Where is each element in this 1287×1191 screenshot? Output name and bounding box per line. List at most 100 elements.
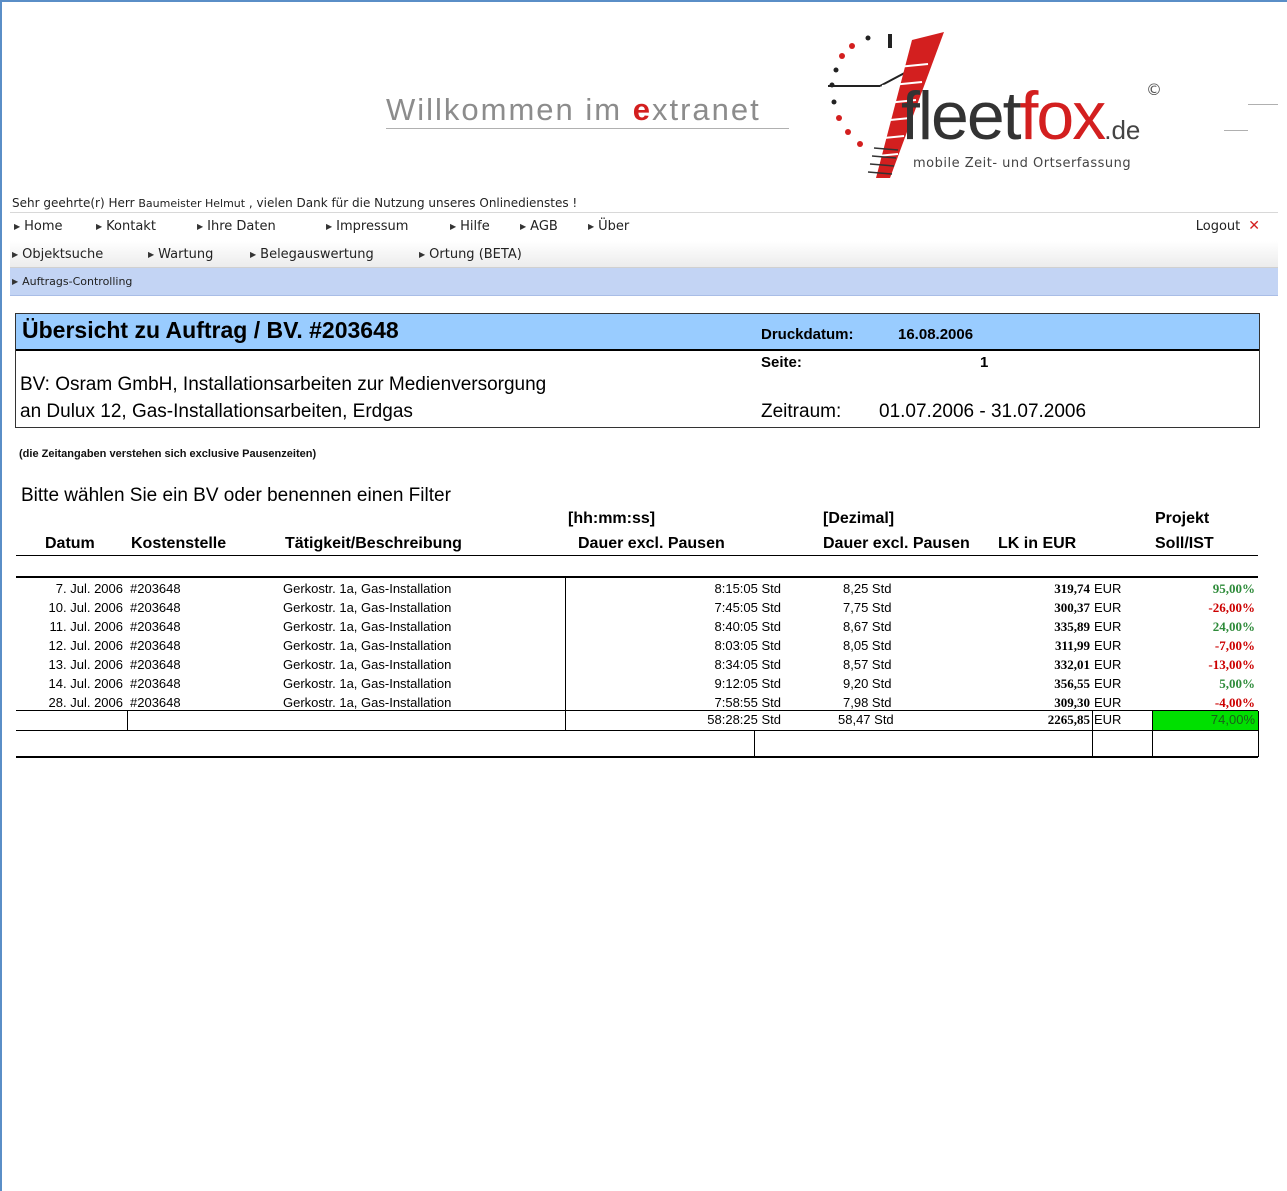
cell-dezimal: 8,67 Std bbox=[843, 619, 892, 634]
logout-button[interactable]: Logout ✕ bbox=[1196, 218, 1260, 234]
cell-dauer: 7:45:05 Std bbox=[714, 600, 782, 615]
col-soll-ist: Soll/IST bbox=[1155, 535, 1214, 552]
total-dezimal: 58,47 Std bbox=[838, 712, 894, 727]
cell-cur: EUR bbox=[1094, 657, 1122, 672]
nav-objektsuche[interactable]: ▶ Objektsuche bbox=[12, 241, 103, 267]
nav-impressum[interactable]: ▶ Impressum bbox=[326, 213, 408, 240]
cell-dezimal: 8,05 Std bbox=[843, 638, 892, 653]
cell-pct: -7,00% bbox=[1214, 638, 1255, 653]
total-pct: 74,00% bbox=[1210, 712, 1255, 727]
report-title: Übersicht zu Auftrag / BV. #203648 bbox=[22, 317, 399, 343]
nav-kontakt[interactable]: ▶ Kontakt bbox=[96, 213, 156, 240]
cell-taetigkeit: Gerkostr. 1a, Gas-Installation bbox=[283, 600, 452, 615]
main-nav: ▶ Home ▶ Kontakt ▶ Ihre Daten ▶ Impressum ▶ H… bbox=[10, 212, 1278, 240]
pause-note: (die Zeitangaben verstehen sich exclusiv… bbox=[19, 448, 317, 460]
cell-kostenstelle: #203648 bbox=[130, 638, 181, 653]
table-bottom-rule bbox=[16, 756, 1258, 758]
cell-taetigkeit: Gerkostr. 1a, Gas-Installation bbox=[283, 619, 452, 634]
total-lk: 2265,85 bbox=[1047, 712, 1090, 727]
site-header: Willkommen im extranet fleetfox.de © mob… bbox=[8, 0, 1287, 195]
cell-lk: 319,74 bbox=[1054, 581, 1090, 596]
nav-wartung[interactable]: ▶ Wartung bbox=[148, 241, 213, 267]
col-dezimal-unit: [Dezimal] bbox=[823, 510, 895, 527]
report-title-band: Übersicht zu Auftrag / BV. #203648 Druck… bbox=[16, 314, 1259, 351]
cell-taetigkeit: Gerkostr. 1a, Gas-Installation bbox=[283, 638, 452, 653]
cell-cur: EUR bbox=[1094, 600, 1122, 615]
cell-lk: 356,55 bbox=[1054, 676, 1090, 691]
nav-ihre-daten[interactable]: ▶ Ihre Daten bbox=[197, 213, 276, 240]
cell-dauer: 8:34:05 Std bbox=[714, 657, 782, 672]
cell-dezimal: 9,20 Std bbox=[843, 676, 892, 691]
col-datum: Datum bbox=[45, 535, 95, 552]
nav-auftrags-controlling[interactable]: ▶ Auftrags-Controlling bbox=[12, 275, 132, 288]
header-rule bbox=[16, 555, 1258, 556]
cell-kostenstelle: #203648 bbox=[130, 657, 181, 672]
cell-lk: 300,37 bbox=[1054, 600, 1090, 615]
cell-pct: 5,00% bbox=[1219, 676, 1255, 691]
cell-datum: 12. Jul. 2006 bbox=[48, 638, 123, 653]
nav-arrow-icon: ▶ bbox=[12, 249, 19, 259]
cell-datum: 7. Jul. 2006 bbox=[55, 581, 123, 596]
nav-ortung[interactable]: ▶ Ortung (BETA) bbox=[419, 241, 522, 267]
cell-datum: 13. Jul. 2006 bbox=[48, 657, 123, 672]
cell-cur: EUR bbox=[1094, 619, 1122, 634]
nav-arrow-icon: ▶ bbox=[450, 222, 457, 231]
cell-dauer: 9:12:05 Std bbox=[714, 676, 782, 691]
cell-cur: EUR bbox=[1094, 638, 1122, 653]
cell-lk: 332,01 bbox=[1054, 657, 1090, 672]
cell-cur: EUR bbox=[1094, 676, 1122, 691]
col-dezimal: Dauer excl. Pausen bbox=[823, 535, 970, 552]
greeting: Sehr geehrte(r) Herr Baumeister Helmut ,… bbox=[12, 196, 578, 210]
cell-kostenstelle: #203648 bbox=[130, 581, 181, 596]
seite-value: 1 bbox=[980, 354, 989, 371]
col-lk: LK in EUR bbox=[998, 535, 1077, 552]
cell-pct: 95,00% bbox=[1212, 581, 1255, 596]
logo-rule-2 bbox=[1224, 130, 1248, 131]
totals-right-border bbox=[1258, 711, 1259, 757]
close-icon: ✕ bbox=[1248, 218, 1260, 234]
cell-kostenstelle: #203648 bbox=[130, 600, 181, 615]
cell-cur: EUR bbox=[1094, 581, 1122, 596]
cell-dezimal: 8,25 Std bbox=[843, 581, 892, 596]
nav-arrow-icon: ▶ bbox=[520, 222, 527, 231]
cell-dauer: 8:40:05 Std bbox=[714, 619, 782, 634]
nav-arrow-icon: ▶ bbox=[419, 249, 426, 259]
col-kostenstelle: Kostenstelle bbox=[131, 535, 227, 552]
cell-datum: 11. Jul. 2006 bbox=[49, 619, 123, 634]
nav-arrow-icon: ▶ bbox=[96, 222, 103, 231]
cell-dezimal: 8,57 Std bbox=[843, 657, 892, 672]
nav-ueber[interactable]: ▶ Über bbox=[588, 213, 629, 240]
col-dauer: Dauer excl. Pausen bbox=[578, 535, 725, 552]
cell-datum: 10. Jul. 2006 bbox=[48, 600, 123, 615]
cell-kostenstelle: #203648 bbox=[130, 676, 181, 691]
cell-dezimal: 7,75 Std bbox=[843, 600, 892, 615]
cell-dauer: 8:15:05 Std bbox=[714, 581, 782, 596]
cell-lk: 335,89 bbox=[1054, 619, 1090, 634]
nav-arrow-icon: ▶ bbox=[12, 277, 19, 286]
nav-arrow-icon: ▶ bbox=[197, 222, 204, 231]
report-header-box: Übersicht zu Auftrag / BV. #203648 Druck… bbox=[15, 313, 1260, 428]
logo-rule bbox=[1248, 104, 1278, 105]
nav-arrow-icon: ▶ bbox=[588, 222, 595, 231]
fleetfox-wordmark: fleetfox.de bbox=[901, 78, 1141, 154]
cell-taetigkeit: Gerkostr. 1a, Gas-Installation bbox=[283, 676, 452, 691]
nav-belegauswertung[interactable]: ▶ Belegauswertung bbox=[250, 241, 374, 267]
col-projekt: Projekt bbox=[1155, 510, 1210, 527]
nav-home[interactable]: ▶ Home bbox=[14, 213, 63, 240]
nav-hilfe[interactable]: ▶ Hilfe bbox=[450, 213, 490, 240]
nav-arrow-icon: ▶ bbox=[148, 249, 155, 259]
third-nav: ▶ Auftrags-Controlling bbox=[10, 268, 1278, 296]
nav-arrow-icon: ▶ bbox=[14, 222, 21, 231]
copyright-mark: © bbox=[1146, 80, 1162, 99]
welcome-underline bbox=[386, 128, 789, 129]
welcome-text: Willkommen im extranet bbox=[386, 92, 761, 127]
body-top-rule bbox=[16, 576, 1258, 578]
seite-label: Seite: bbox=[761, 354, 802, 371]
druckdatum-label: Druckdatum: bbox=[761, 326, 854, 343]
bv-line-1: BV: Osram GmbH, Installationsarbeiten zu… bbox=[20, 374, 547, 395]
totals-divider-1 bbox=[127, 710, 128, 730]
zeitraum-label: Zeitraum: bbox=[761, 401, 842, 422]
col-taetigkeit: Tätigkeit/Beschreibung bbox=[285, 535, 462, 552]
nav-agb[interactable]: ▶ AGB bbox=[520, 213, 558, 240]
cell-datum: 14. Jul. 2006 bbox=[48, 676, 123, 691]
